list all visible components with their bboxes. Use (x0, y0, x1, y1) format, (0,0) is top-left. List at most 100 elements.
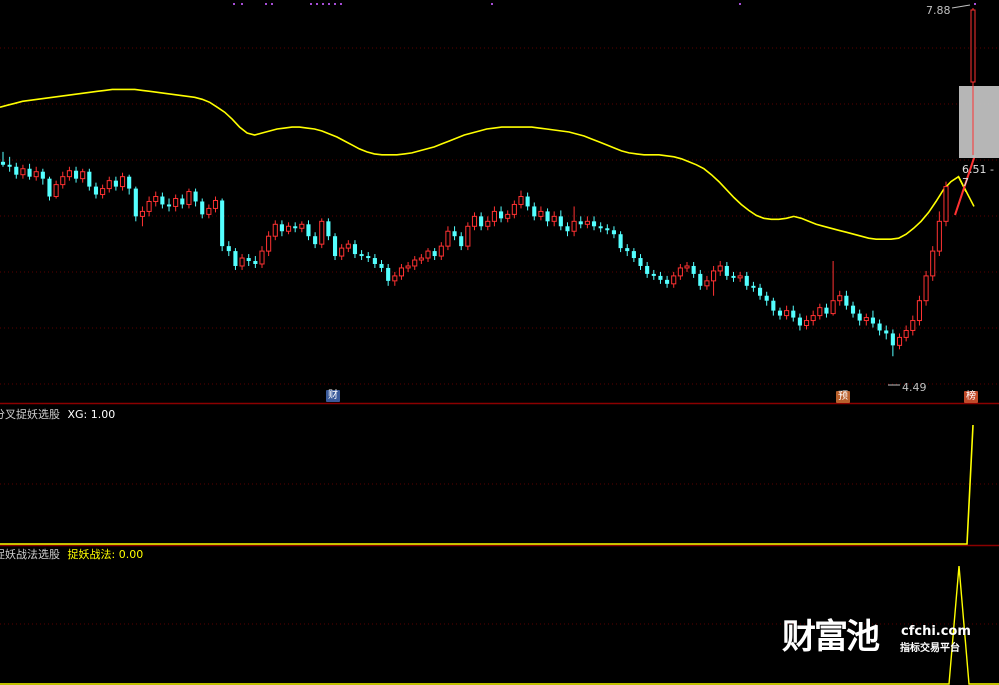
candle-body-down (797, 317, 802, 326)
candle-body-down (525, 196, 530, 207)
candle-body-down (591, 221, 597, 227)
candle-body-down (751, 285, 756, 288)
candle-body-up (146, 200, 152, 212)
range-price-label: 6.51 - 7 (962, 163, 994, 189)
candle-body-up (60, 176, 66, 186)
panel3-indicator-value: 捉妖战法: 0.00 (67, 548, 144, 561)
candle-body-up (412, 259, 418, 267)
candle-body-down (824, 307, 829, 314)
candle-body-up (405, 265, 411, 269)
candle-body-up (711, 270, 717, 282)
candle-body-down (638, 258, 643, 266)
candle-body-down (40, 171, 45, 179)
candle-body-up (465, 225, 471, 247)
high-price-label: 7.88 (926, 4, 951, 17)
candle-body-up (671, 275, 677, 285)
candle-body-down (884, 330, 889, 334)
candle-body-down (326, 221, 331, 237)
range-highlight-box (959, 86, 999, 158)
candle-body-up (438, 245, 444, 257)
candle-body-up (398, 267, 405, 277)
candle-body-down (0, 161, 6, 165)
candle-body-up (717, 265, 723, 272)
candle-body-down (14, 166, 19, 175)
candle-body-down (565, 226, 570, 232)
candle-body-up (212, 199, 219, 209)
candle-body-down (113, 180, 118, 187)
candle-body-down (625, 248, 630, 252)
candle-body-up (445, 230, 451, 247)
low-price-label: 4.49 (902, 381, 927, 394)
candle-body-up (518, 196, 524, 205)
candle-body-down (499, 211, 504, 219)
candle-body-down (598, 226, 603, 229)
candle-body-up (538, 210, 544, 217)
high-pointer (951, 4, 971, 9)
candle-body-down (246, 258, 251, 262)
candle-body-up (285, 225, 292, 232)
candle-body-up (106, 180, 112, 190)
candle-body-down (180, 198, 185, 205)
candle-body-up (684, 265, 690, 269)
event-tag-cai[interactable]: 财 (326, 390, 340, 402)
candle-body-down (313, 236, 318, 245)
candle-body-up (810, 315, 816, 322)
candle-body-down (698, 273, 703, 286)
xg-signal-line (0, 424, 974, 545)
panel2-indicator-name[interactable]: 分叉捉妖选股 (0, 408, 60, 421)
candle-body-up (100, 188, 106, 196)
candle-body-up (471, 215, 478, 227)
candle-body-down (7, 164, 12, 167)
panel-separators (0, 402, 999, 547)
marker-dot (241, 3, 243, 5)
candle-body-up (153, 196, 159, 202)
candle-body-up (20, 168, 26, 176)
watermark-url: cfchi.com (901, 624, 971, 639)
candle-body-up (66, 170, 72, 178)
event-tag-yu[interactable]: 预 (836, 391, 850, 403)
candle-body-up (784, 310, 790, 317)
candle-body-up (817, 307, 823, 317)
candle-body-up (511, 203, 517, 215)
candle-body-up (392, 275, 398, 282)
marker-dot (271, 3, 273, 5)
candle-body-down (850, 305, 856, 314)
candle-body-up (704, 280, 710, 287)
marker-dot (340, 3, 342, 5)
candle-body-down (578, 221, 583, 225)
candle-body-up (803, 320, 810, 327)
marker-dot (310, 3, 312, 5)
candle-body-down (452, 231, 457, 237)
candle-body-down (777, 310, 783, 316)
candle-body-down (200, 201, 205, 215)
marker-dot (491, 3, 493, 5)
last-candle-body (970, 9, 976, 83)
marker-dot (316, 3, 318, 5)
candle-body-down (432, 251, 437, 257)
candle-body-down (764, 295, 769, 301)
candle-body-up (584, 220, 590, 225)
top-marker-dots (233, 3, 976, 5)
candle-body-down (73, 170, 79, 179)
candle-body-up (903, 329, 909, 338)
candle-body-up (345, 243, 351, 249)
candle-body-up (910, 320, 916, 331)
candle-body-up (491, 210, 497, 222)
candle-body-up (943, 186, 949, 222)
candle-body-down (605, 228, 610, 231)
candle-body-up (206, 207, 212, 215)
candle-body-down (870, 317, 876, 324)
candle-body-up (737, 275, 743, 279)
candle-body-down (558, 216, 563, 227)
candle-body-down (771, 300, 776, 311)
candle-body-down (226, 246, 231, 252)
event-tag-bang[interactable]: 榜 (964, 391, 978, 403)
marker-dot (334, 3, 336, 5)
candle-body-up (80, 171, 86, 180)
panel3-indicator-name[interactable]: 捉妖战法选股 (0, 548, 60, 561)
candle-body-up (173, 198, 179, 207)
candle-body-up (830, 300, 836, 315)
candle-body-up (319, 220, 325, 245)
candle-body-down (372, 258, 377, 264)
candle-body-down (332, 236, 338, 257)
